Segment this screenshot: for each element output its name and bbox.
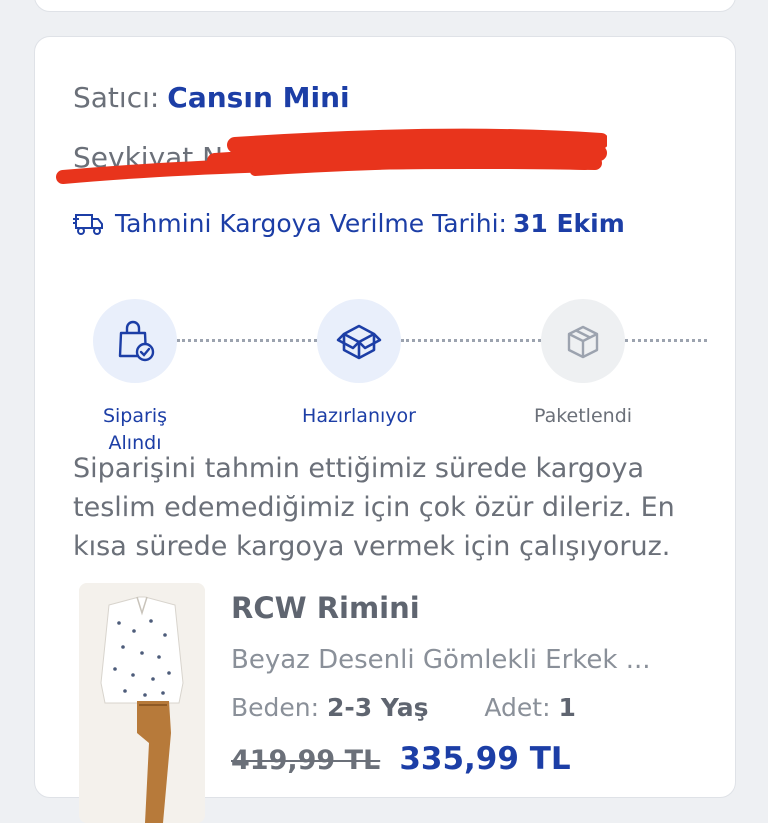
step-label-line: Hazırlanıyor bbox=[302, 405, 416, 427]
estimate-label: Tahmini Kargoya Verilme Tarihi: bbox=[115, 209, 507, 238]
truck-icon bbox=[73, 213, 103, 235]
order-progress-tracker: Sipariş Alındı Hazırlanıyor Paketlendi bbox=[35, 271, 735, 471]
previous-order-card bbox=[34, 0, 736, 12]
estimated-shipping-date: Tahmini Kargoya Verilme Tarihi: 31 Ekim bbox=[73, 209, 625, 238]
progress-connector bbox=[625, 339, 707, 342]
product-name-link[interactable]: Beyaz Desenli Gömlekli Erkek ... bbox=[231, 645, 651, 675]
product-image[interactable] bbox=[79, 583, 205, 823]
order-card: Satıcı: Cansın Mini Sevkiyat No: 84920200… bbox=[34, 36, 736, 823]
seller-line: Satıcı: Cansın Mini bbox=[73, 81, 350, 114]
package-icon bbox=[336, 324, 382, 360]
step-label-preparing: Hazırlanıyor bbox=[279, 403, 439, 430]
step-preparing bbox=[317, 299, 401, 383]
step-label-line: Sipariş bbox=[102, 405, 168, 427]
quantity-label: Adet: bbox=[484, 693, 551, 722]
progress-connector bbox=[177, 339, 317, 342]
step-label-line: Paketlendi bbox=[533, 405, 633, 427]
size-value: 2-3 Yaş bbox=[327, 693, 429, 722]
size-label: Beden: bbox=[231, 693, 320, 722]
bag-check-icon bbox=[118, 320, 155, 362]
quantity-value: 1 bbox=[558, 693, 576, 722]
step-packed bbox=[541, 299, 625, 383]
box-icon bbox=[567, 325, 599, 359]
step-order-received bbox=[93, 299, 177, 383]
current-price: 335,99 TL bbox=[399, 741, 571, 777]
old-price: 419,99 TL bbox=[231, 745, 381, 776]
shipment-number: Sevkiyat No: 84920200909 bbox=[73, 141, 455, 174]
progress-connector bbox=[401, 339, 541, 342]
product-attributes: Beden: 2-3 Yaş Adet: 1 bbox=[231, 693, 576, 722]
product-prices: 419,99 TL 335,99 TL bbox=[231, 741, 571, 777]
delay-apology-message: Siparişini tahmin ettiğimiz sürede kargo… bbox=[73, 453, 675, 562]
seller-label: Satıcı: bbox=[73, 81, 160, 114]
seller-name-link[interactable]: Cansın Mini bbox=[167, 81, 349, 114]
estimate-value: 31 Ekim bbox=[512, 209, 625, 238]
step-label-packed: Paketlendi bbox=[503, 403, 663, 430]
product-brand: RCW Rimini bbox=[231, 591, 420, 625]
